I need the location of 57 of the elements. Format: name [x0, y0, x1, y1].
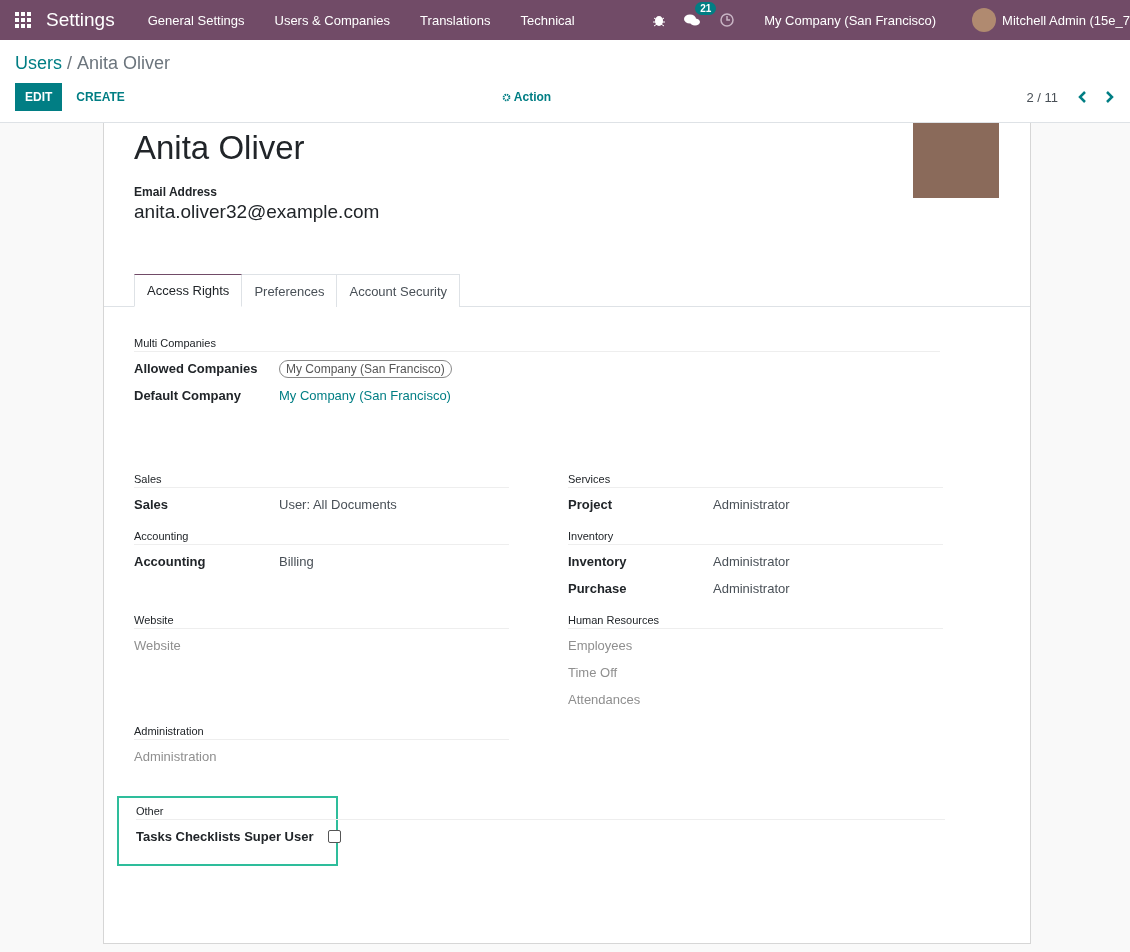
company-switcher[interactable]: My Company (San Francisco) [764, 12, 937, 28]
group-title: Inventory [568, 530, 943, 545]
message-count-badge: 21 [695, 2, 717, 15]
field-label: Administration [134, 749, 218, 764]
menu-item[interactable]: Translations [405, 0, 506, 40]
tab[interactable]: Preferences [242, 274, 338, 307]
field-label: Attendances [568, 692, 642, 707]
menu-item[interactable]: General Settings [132, 0, 260, 40]
field-value: Administrator [713, 497, 790, 512]
field-label: Website [134, 638, 182, 653]
field-label: Employees [568, 638, 634, 653]
field-label: Default Company [134, 388, 242, 403]
chat-icon[interactable] [684, 13, 701, 27]
create-button[interactable]: CREATE [66, 83, 135, 111]
field-label: Accounting [134, 554, 207, 569]
action-menu[interactable]: Action [501, 90, 552, 104]
checkbox[interactable] [327, 830, 341, 843]
breadcrumb-current: Anita Oliver [77, 53, 171, 74]
group-title: Human Resources [568, 614, 943, 629]
clock-icon[interactable] [720, 13, 735, 27]
group-title: Website [134, 614, 509, 629]
breadcrumb-separator: / [67, 53, 73, 74]
field-value: Administrator [713, 554, 790, 569]
menu-item[interactable]: Users & Companies [259, 0, 406, 40]
group-title: Services [568, 473, 943, 488]
group-title: Accounting [134, 530, 509, 545]
field-label: Time Off [568, 665, 619, 680]
field-label: Email Address [134, 185, 218, 199]
field-label: Sales [134, 497, 169, 512]
field-value: Billing [279, 554, 314, 569]
group-title: Sales [134, 473, 509, 488]
edit-button[interactable]: EDIT [15, 83, 63, 111]
user-name: Anita Oliver [134, 129, 306, 167]
apps-grid-icon[interactable] [14, 11, 32, 29]
breadcrumb-link[interactable]: Users [15, 53, 62, 74]
field-label: Inventory [568, 554, 628, 569]
field-label: Tasks Checklists Super User [136, 829, 314, 844]
company-link[interactable]: My Company (San Francisco) [279, 388, 451, 403]
menu-item[interactable]: Technical [505, 0, 590, 40]
field-value: User: All Documents [279, 497, 397, 512]
email-value: anita.oliver32@example.com [134, 201, 380, 223]
app-title: Settings [46, 9, 115, 31]
field-label: Purchase [568, 581, 628, 596]
field-value: Administrator [713, 581, 790, 596]
bug-icon[interactable] [652, 13, 667, 27]
field-label: Project [568, 497, 614, 512]
previous-icon[interactable] [1078, 91, 1088, 103]
group-title: Administration [134, 725, 509, 740]
next-icon[interactable] [1104, 91, 1114, 103]
field-label: Allowed Companies [134, 361, 259, 376]
group-title: Other [136, 805, 945, 820]
tab[interactable]: Access Rights [134, 274, 243, 307]
tab[interactable]: Account Security [337, 274, 460, 307]
user-menu[interactable]: Mitchell Admin (15e_7 [1002, 12, 1130, 28]
pager-counter: 2 / 11 [1026, 89, 1058, 105]
group-title: Multi Companies [134, 337, 940, 352]
gear-icon [501, 92, 511, 102]
